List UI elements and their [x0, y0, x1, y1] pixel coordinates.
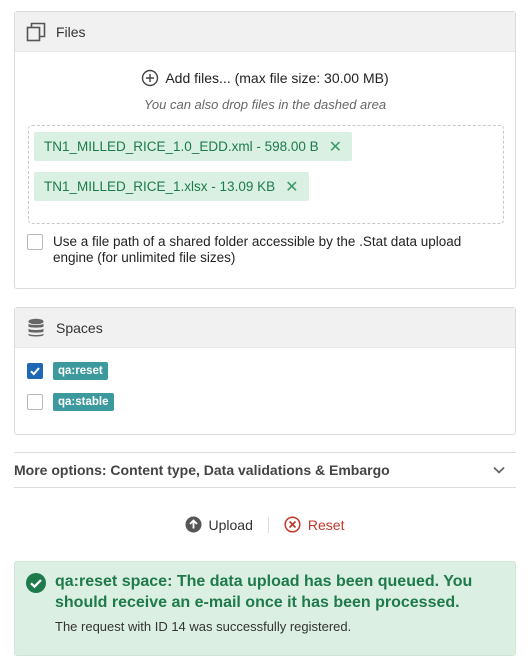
file-chip-label: TN1_MILLED_RICE_1.0_EDD.xml - 598.00 B — [44, 139, 319, 154]
database-icon — [25, 317, 47, 339]
shared-folder-label: Use a file path of a shared folder acces… — [53, 234, 462, 265]
alert-title: qa:reset space: The data upload has been… — [55, 573, 473, 611]
space-checkbox[interactable] — [27, 394, 43, 410]
spaces-panel-title: Spaces — [56, 319, 103, 336]
close-circle-icon — [284, 516, 301, 533]
plus-circle-icon — [142, 69, 159, 87]
drop-hint: You can also drop files in the dashed ar… — [143, 97, 387, 112]
check-icon — [30, 367, 40, 376]
file-chip-label: TN1_MILLED_RICE_1.xlsx - 13.09 KB — [44, 179, 276, 194]
files-panel-title: Files — [56, 23, 86, 40]
action-bar: Upload Reset — [0, 516, 529, 533]
success-alert: qa:reset space: The data upload has been… — [14, 561, 516, 656]
spaces-panel: Spaces qa:reset qa:stable — [14, 307, 516, 435]
file-chip: TN1_MILLED_RICE_1.0_EDD.xml - 598.00 B ✕ — [34, 132, 353, 161]
files-panel: Files Add files... (max file size: 30.00… — [14, 11, 516, 289]
action-separator — [267, 516, 269, 533]
alert-message: The request with ID 14 was successfully … — [55, 619, 352, 634]
space-tag: qa:reset — [53, 362, 108, 380]
chevron-down-icon — [493, 466, 505, 474]
shared-folder-option: Use a file path of a shared folder acces… — [27, 234, 487, 266]
upload-button[interactable]: Upload — [185, 516, 253, 533]
more-options-toggle[interactable]: More options: Content type, Data validat… — [14, 452, 516, 488]
space-option: qa:reset — [27, 362, 108, 380]
check-circle-icon — [26, 573, 46, 593]
space-option: qa:stable — [27, 393, 114, 411]
add-files-label: Add files... (max file size: 30.00 MB) — [165, 70, 389, 86]
spaces-panel-header: Spaces — [15, 308, 515, 348]
upload-label: Upload — [208, 516, 253, 533]
copy-icon — [25, 21, 47, 43]
file-dropzone[interactable]: TN1_MILLED_RICE_1.0_EDD.xml - 598.00 B ✕… — [28, 125, 504, 224]
reset-label: Reset — [307, 516, 345, 533]
remove-file-icon[interactable]: ✕ — [329, 137, 342, 157]
shared-folder-checkbox[interactable] — [27, 234, 43, 250]
files-panel-header: Files — [15, 12, 515, 52]
reset-button[interactable]: Reset — [284, 516, 345, 533]
space-tag: qa:stable — [53, 393, 114, 411]
file-chip: TN1_MILLED_RICE_1.xlsx - 13.09 KB ✕ — [34, 172, 309, 201]
more-options-label: More options: Content type, Data validat… — [14, 462, 390, 478]
remove-file-icon[interactable]: ✕ — [285, 177, 298, 197]
add-files-button[interactable]: Add files... (max file size: 30.00 MB) — [15, 69, 515, 87]
space-checkbox[interactable] — [27, 363, 43, 379]
upload-icon — [185, 516, 202, 533]
